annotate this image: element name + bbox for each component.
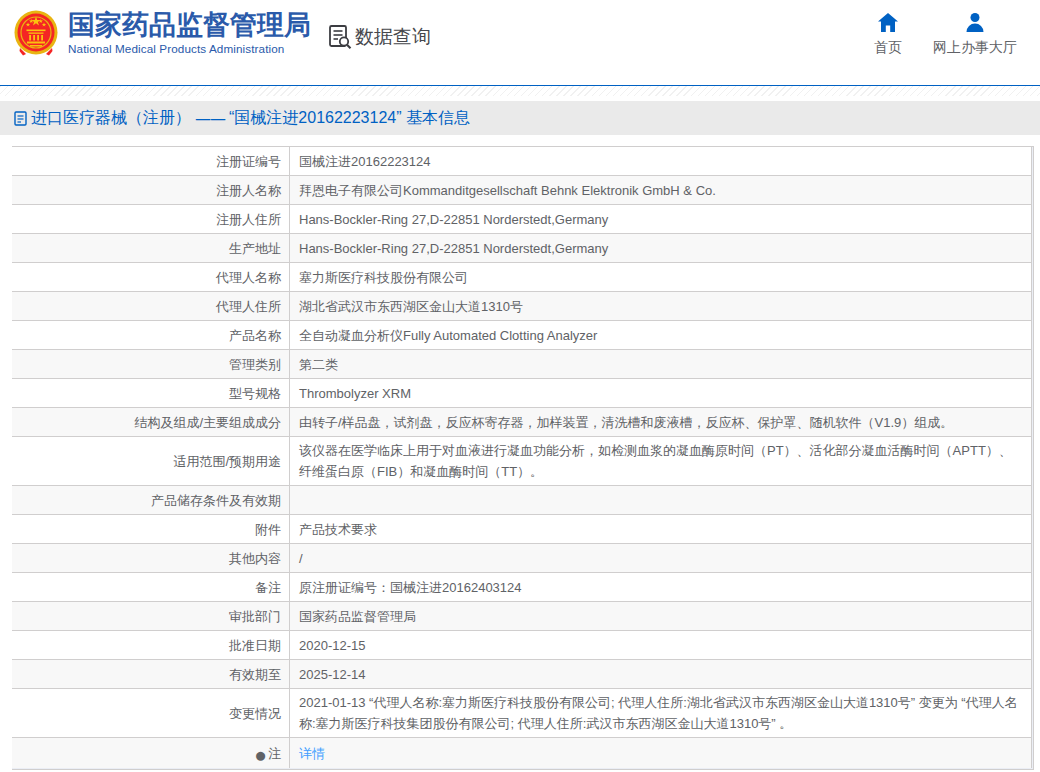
row-value: 2020-12-15 xyxy=(290,631,1032,659)
breadcrumb-title: “国械注进20162223124” 基本信息 xyxy=(229,108,470,129)
details-link[interactable]: 详情 xyxy=(299,743,1021,764)
row-label: 适用范围/预期用途 xyxy=(12,437,289,485)
row-label: 代理人名称 xyxy=(12,263,289,291)
row-label: 变更情况 xyxy=(12,689,289,737)
table-row: 结构及组成/主要组成成分由转子/样品盘，试剂盘，反应杯寄存器，加样装置，清洗槽和… xyxy=(12,408,1032,437)
table-row: 管理类别第二类 xyxy=(12,350,1032,379)
top-nav: 首页 网上办事大厅 xyxy=(874,13,1017,57)
row-label: 型号规格 xyxy=(12,379,289,407)
row-label: 注册人住所 xyxy=(12,205,289,233)
row-label-text: 注 xyxy=(268,743,281,764)
row-value: 第二类 xyxy=(290,350,1032,378)
nav-service-hall[interactable]: 网上办事大厅 xyxy=(933,13,1017,57)
table-row: 产品储存条件及有效期 xyxy=(12,486,1032,515)
row-label: 注册证编号 xyxy=(12,147,289,175)
row-value: 拜恩电子有限公司Kommanditgesellschaft Behnk Elek… xyxy=(290,176,1032,204)
table-row: 注册人住所Hans-Bockler-Ring 27,D-22851 Norder… xyxy=(12,205,1032,234)
site-header: 国家药品监督管理局 National Medical Products Admi… xyxy=(0,0,1040,85)
row-value: 产品技术要求 xyxy=(290,515,1032,543)
table-row: 其他内容/ xyxy=(12,544,1032,573)
row-value: 国家药品监督管理局 xyxy=(290,602,1032,630)
row-value: Hans-Bockler-Ring 27,D-22851 Norderstedt… xyxy=(290,205,1032,233)
table-row: 批准日期2020-12-15 xyxy=(12,631,1032,660)
row-value: 该仪器在医学临床上用于对血液进行凝血功能分析，如检测血浆的凝血酶原时间（PT）、… xyxy=(290,437,1032,485)
data-query-label: 数据查询 xyxy=(355,24,431,50)
table-row: 产品名称全自动凝血分析仪Fully Automated Clotting Ana… xyxy=(12,321,1032,350)
user-icon xyxy=(965,13,985,32)
row-label: 产品名称 xyxy=(12,321,289,349)
row-label: 生产地址 xyxy=(12,234,289,262)
row-label: 产品储存条件及有效期 xyxy=(12,486,289,514)
data-query-nav[interactable]: 数据查询 xyxy=(328,24,431,50)
row-value: 全自动凝血分析仪Fully Automated Clotting Analyze… xyxy=(290,321,1032,349)
row-label: ●注 xyxy=(12,738,289,768)
table-row: 型号规格Thrombolyzer XRM xyxy=(12,379,1032,408)
row-value: 2021-01-13 “代理人名称:塞力斯医疗科技股份有限公司; 代理人住所:湖… xyxy=(290,689,1032,737)
home-icon xyxy=(878,13,898,32)
table-row: 有效期至2025-12-14 xyxy=(12,660,1032,689)
org-title: 国家药品监督管理局 xyxy=(68,11,311,40)
table-row: 生产地址Hans-Bockler-Ring 27,D-22851 Norders… xyxy=(12,234,1032,263)
row-value: Thrombolyzer XRM xyxy=(290,379,1032,407)
row-value: 湖北省武汉市东西湖区金山大道1310号 xyxy=(290,292,1032,320)
row-label: 代理人住所 xyxy=(12,292,289,320)
note-bullet-icon: ● xyxy=(254,748,267,761)
row-value: 塞力斯医疗科技股份有限公司 xyxy=(290,263,1032,291)
row-label: 注册人名称 xyxy=(12,176,289,204)
row-label: 审批部门 xyxy=(12,602,289,630)
nav-home-label: 首页 xyxy=(874,39,902,57)
nav-service-hall-label: 网上办事大厅 xyxy=(933,39,1017,57)
table-row: 注册人名称拜恩电子有限公司Kommanditgesellschaft Behnk… xyxy=(12,176,1032,205)
row-label: 其他内容 xyxy=(12,544,289,572)
row-label: 附件 xyxy=(12,515,289,543)
hatch-band xyxy=(0,86,1040,96)
org-subtitle: National Medical Products Administration xyxy=(68,42,311,55)
row-label: 有效期至 xyxy=(12,660,289,688)
row-value: 2025-12-14 xyxy=(290,660,1032,688)
row-value: 国械注进20162223124 xyxy=(290,147,1032,175)
national-emblem-logo xyxy=(14,10,58,56)
table-row: ●注详情 xyxy=(12,738,1032,769)
table-row: 代理人名称塞力斯医疗科技股份有限公司 xyxy=(12,263,1032,292)
table-row: 备注原注册证编号：国械注进20162403124 xyxy=(12,573,1032,602)
row-label: 结构及组成/主要组成成分 xyxy=(12,408,289,436)
row-label: 备注 xyxy=(12,573,289,601)
row-label: 批准日期 xyxy=(12,631,289,659)
table-row: 附件产品技术要求 xyxy=(12,515,1032,544)
document-icon xyxy=(14,111,27,126)
breadcrumb-category[interactable]: 进口医疗器械（注册） xyxy=(31,108,191,129)
data-query-icon xyxy=(328,24,353,50)
breadcrumb: 进口医疗器械（注册） —— “国械注进20162223124” 基本信息 xyxy=(0,101,1040,135)
row-label: 管理类别 xyxy=(12,350,289,378)
table-row: 变更情况2021-01-13 “代理人名称:塞力斯医疗科技股份有限公司; 代理人… xyxy=(12,689,1032,738)
row-value: 详情 xyxy=(290,738,1032,768)
table-row: 审批部门国家药品监督管理局 xyxy=(12,602,1032,631)
row-value: 由转子/样品盘，试剂盘，反应杯寄存器，加样装置，清洗槽和废液槽，反应杯、保护罩、… xyxy=(290,408,1032,436)
row-value: Hans-Bockler-Ring 27,D-22851 Norderstedt… xyxy=(290,234,1032,262)
row-value: / xyxy=(290,544,1032,572)
registration-table: 注册证编号国械注进20162223124注册人名称拜恩电子有限公司Kommand… xyxy=(12,146,1034,770)
breadcrumb-dash: —— xyxy=(195,109,225,128)
table-row: 代理人住所湖北省武汉市东西湖区金山大道1310号 xyxy=(12,292,1032,321)
row-value: 原注册证编号：国械注进20162403124 xyxy=(290,573,1032,601)
nav-home[interactable]: 首页 xyxy=(874,13,902,57)
row-value xyxy=(290,486,1032,514)
table-row: 注册证编号国械注进20162223124 xyxy=(12,147,1032,176)
table-row: 适用范围/预期用途该仪器在医学临床上用于对血液进行凝血功能分析，如检测血浆的凝血… xyxy=(12,437,1032,486)
